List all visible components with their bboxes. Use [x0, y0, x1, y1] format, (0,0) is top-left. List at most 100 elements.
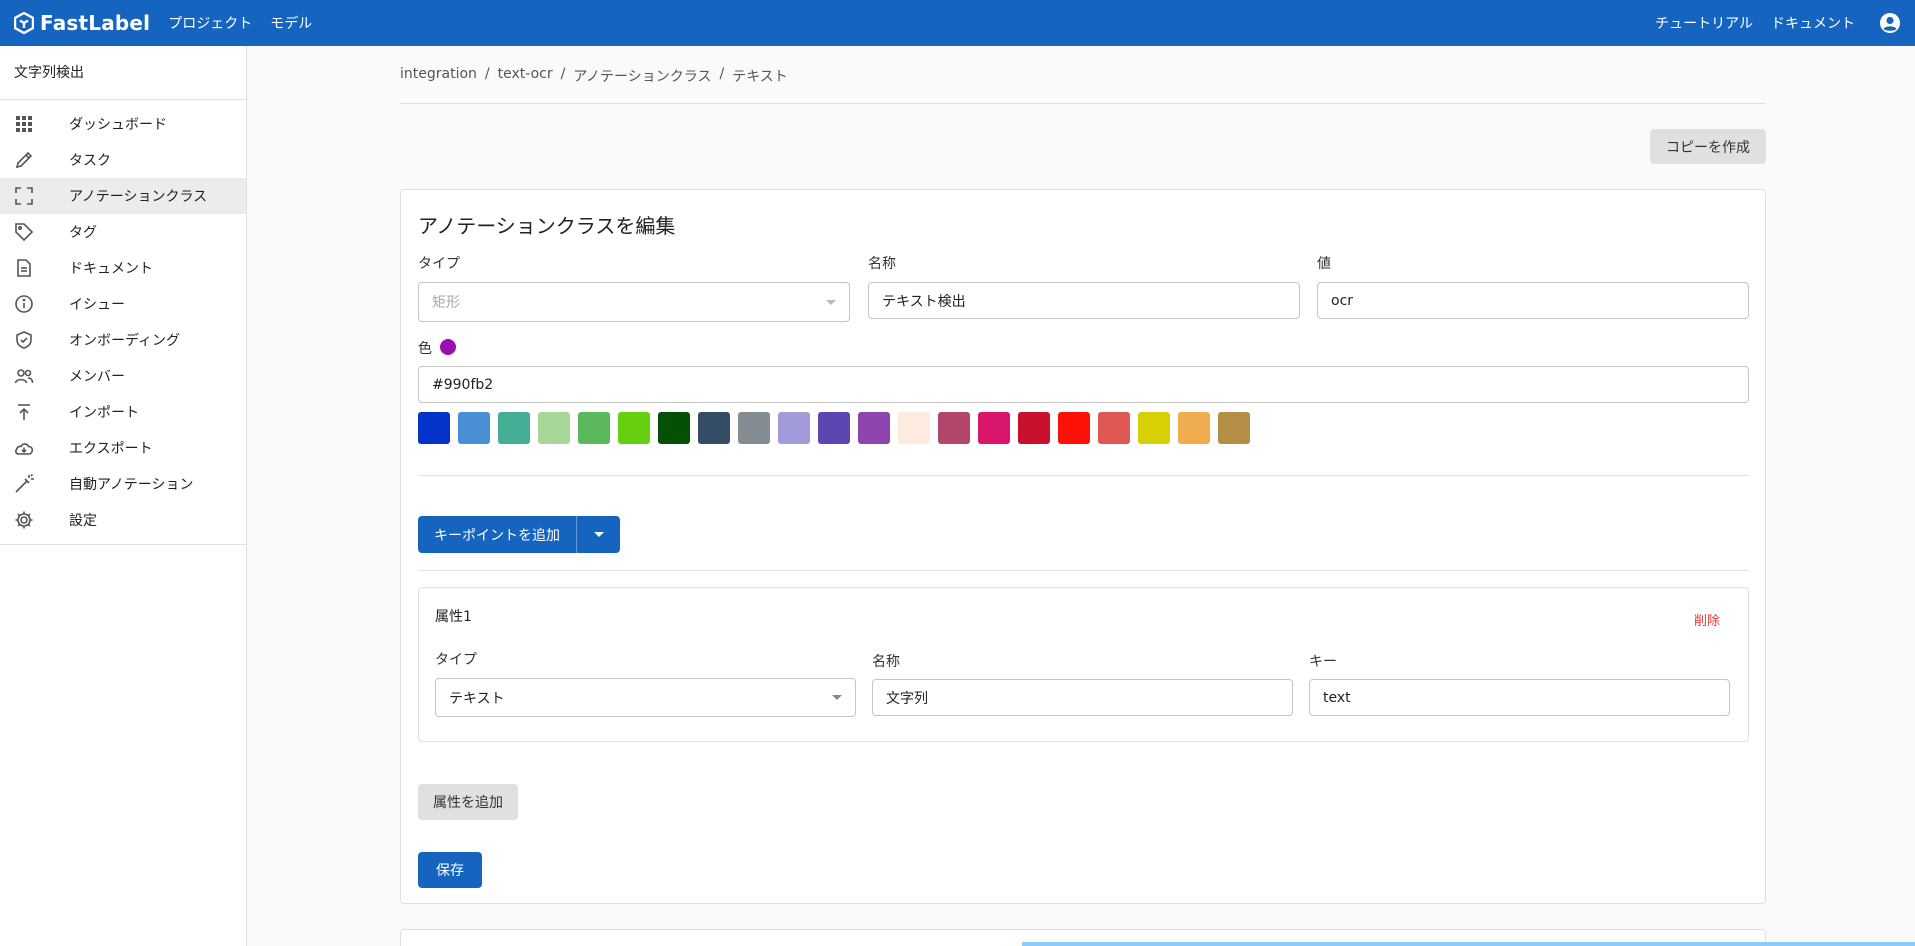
magic-wand-icon	[14, 474, 34, 494]
sidebar-item-label: メンバー	[69, 369, 125, 385]
sidebar-item-label: タスク	[69, 153, 111, 169]
attribute-name-input[interactable]: 文字列	[872, 679, 1293, 716]
type-select[interactable]: 矩形	[418, 282, 850, 322]
sidebar-item-onboarding[interactable]: オンボーディング	[0, 322, 246, 358]
breadcrumb-current: テキスト	[732, 69, 788, 85]
nav-documentation[interactable]: ドキュメント	[1771, 13, 1855, 33]
breadcrumb-project[interactable]: text-ocr	[498, 66, 553, 86]
sidebar-item-label: ドキュメント	[69, 261, 153, 277]
header-divider	[400, 103, 1766, 104]
attribute-name-label: 名称	[872, 654, 900, 670]
color-swatch[interactable]	[1058, 412, 1090, 444]
sidebar: 文字列検出 ダッシュボード タスク アノテーションクラス タグ ドキュメント イ…	[0, 46, 247, 946]
chevron-down-icon	[832, 695, 842, 700]
color-hex-input[interactable]: #990fb2	[418, 366, 1749, 403]
breadcrumb-separator: /	[560, 66, 566, 82]
name-input[interactable]: テキスト検出	[868, 282, 1300, 319]
chevron-down-icon	[826, 299, 836, 305]
color-swatch[interactable]	[978, 412, 1010, 444]
chevron-down-icon	[593, 532, 604, 537]
name-label: 名称	[868, 256, 896, 272]
attribute-type-label: タイプ	[435, 652, 477, 668]
nav-projects[interactable]: プロジェクト	[168, 13, 252, 33]
color-swatch[interactable]	[1178, 412, 1210, 444]
color-swatch[interactable]	[618, 412, 650, 444]
sidebar-item-annotation-classes[interactable]: アノテーションクラス	[0, 178, 246, 214]
info-icon	[14, 294, 34, 314]
sidebar-item-auto-annotation[interactable]: 自動アノテーション	[0, 466, 246, 502]
sidebar-item-tags[interactable]: タグ	[0, 214, 246, 250]
color-swatch[interactable]	[418, 412, 450, 444]
sidebar-item-import[interactable]: インポート	[0, 394, 246, 430]
sidebar-item-members[interactable]: メンバー	[0, 358, 246, 394]
add-attribute-button[interactable]: 属性を追加	[418, 784, 518, 820]
color-swatch[interactable]	[698, 412, 730, 444]
sidebar-item-issues[interactable]: イシュー	[0, 286, 246, 322]
sidebar-item-label: 設定	[69, 513, 97, 529]
account-circle-icon[interactable]	[1879, 12, 1901, 34]
color-swatch[interactable]	[1138, 412, 1170, 444]
sidebar-item-label: タグ	[69, 225, 97, 241]
attribute-key-input[interactable]: text	[1309, 679, 1730, 716]
color-swatch[interactable]	[458, 412, 490, 444]
document-icon	[14, 258, 34, 278]
sidebar-item-label: 自動アノテーション	[69, 477, 194, 493]
attribute-card: 属性1 削除 タイプ テキスト 名称 文字列 キー text	[418, 587, 1749, 742]
sidebar-nav: ダッシュボード タスク アノテーションクラス タグ ドキュメント イシュー オン…	[0, 100, 246, 545]
value-input[interactable]: ocr	[1317, 282, 1749, 319]
breadcrumb-separator: /	[484, 66, 490, 82]
breadcrumb: integration / text-ocr / アノテーションクラス / テキ…	[400, 66, 788, 86]
color-preview-dot	[440, 339, 456, 355]
color-swatch[interactable]	[818, 412, 850, 444]
sidebar-item-label: ダッシュボード	[69, 117, 167, 133]
color-label: 色	[418, 341, 432, 357]
section-divider	[418, 475, 1749, 476]
nav-models[interactable]: モデル	[270, 13, 312, 33]
type-select-value: 矩形	[432, 295, 460, 311]
sidebar-item-documents[interactable]: ドキュメント	[0, 250, 246, 286]
add-keypoint-split-button: キーポイントを追加	[418, 516, 620, 553]
color-swatch[interactable]	[538, 412, 570, 444]
sidebar-item-settings[interactable]: 設定	[0, 502, 246, 538]
attribute-title: 属性1	[435, 609, 472, 625]
delete-attribute-button[interactable]: 削除	[1694, 610, 1720, 629]
color-swatch[interactable]	[738, 412, 770, 444]
top-app-bar: FastLabel プロジェクト モデル チュートリアル ドキュメント	[0, 0, 1915, 46]
sidebar-item-label: インポート	[69, 405, 139, 421]
upload-icon	[14, 402, 34, 422]
add-keypoint-dropdown-toggle[interactable]	[576, 516, 620, 553]
sidebar-item-dashboard[interactable]: ダッシュボード	[0, 106, 246, 142]
add-keypoint-button[interactable]: キーポイントを追加	[418, 516, 576, 553]
color-swatch[interactable]	[858, 412, 890, 444]
breadcrumb-annotation-classes[interactable]: アノテーションクラス	[573, 66, 711, 86]
attribute-key-label: キー	[1309, 654, 1337, 670]
color-swatch[interactable]	[1098, 412, 1130, 444]
color-swatch[interactable]	[658, 412, 690, 444]
topbar-right-group: チュートリアル ドキュメント	[1655, 12, 1915, 34]
sidebar-item-tasks[interactable]: タスク	[0, 142, 246, 178]
sidebar-item-label: アノテーションクラス	[69, 189, 208, 205]
breadcrumb-org[interactable]: integration	[400, 66, 477, 86]
create-copy-button[interactable]: コピーを作成	[1650, 129, 1766, 164]
color-swatch[interactable]	[1018, 412, 1050, 444]
brand-logo[interactable]: FastLabel	[14, 11, 150, 35]
sidebar-item-label: エクスポート	[69, 441, 153, 457]
nav-tutorial[interactable]: チュートリアル	[1655, 13, 1753, 33]
sidebar-item-export[interactable]: エクスポート	[0, 430, 246, 466]
save-button[interactable]: 保存	[418, 852, 482, 888]
gear-icon	[14, 510, 34, 530]
color-swatches	[418, 412, 1258, 444]
color-swatch[interactable]	[578, 412, 610, 444]
color-swatch[interactable]	[498, 412, 530, 444]
edit-annotation-class-card: アノテーションクラスを編集 タイプ 矩形 名称 テキスト検出 値 ocr 色 #…	[400, 189, 1766, 904]
project-name: 文字列検出	[0, 46, 246, 100]
type-label: タイプ	[418, 256, 460, 272]
grid-icon	[14, 114, 34, 134]
color-swatch[interactable]	[898, 412, 930, 444]
sidebar-item-label: イシュー	[69, 297, 125, 313]
pencil-icon	[14, 150, 34, 170]
color-swatch[interactable]	[1218, 412, 1250, 444]
color-swatch[interactable]	[938, 412, 970, 444]
color-swatch[interactable]	[778, 412, 810, 444]
attribute-type-select[interactable]: テキスト	[435, 678, 856, 717]
